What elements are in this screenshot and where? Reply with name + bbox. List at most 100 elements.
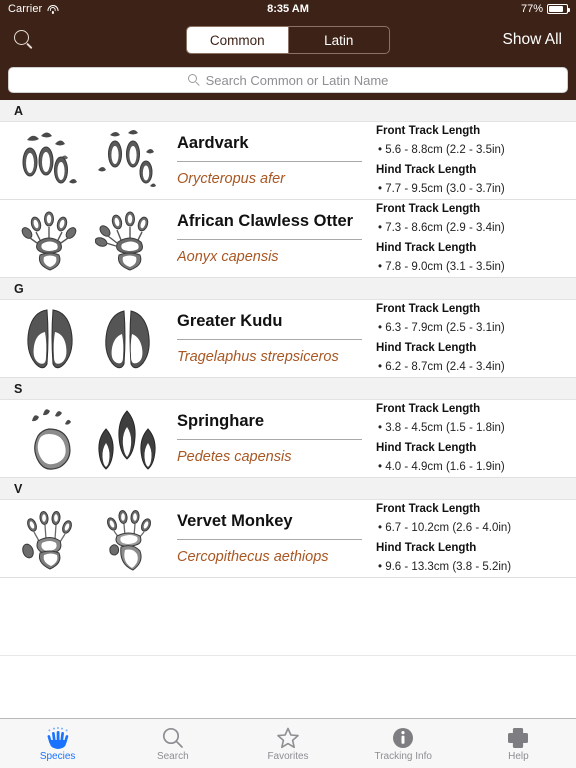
star-icon-svg bbox=[277, 727, 299, 749]
species-row[interactable]: Greater Kudu Tragelaphus strepsiceros Fr… bbox=[0, 300, 576, 378]
name-divider bbox=[177, 438, 362, 440]
tab-tracking-info[interactable]: Tracking Info bbox=[346, 719, 461, 768]
search-placeholder: Search Common or Latin Name bbox=[205, 72, 389, 88]
springhare-hind-track-icon bbox=[98, 409, 156, 470]
latin-name: Cercopithecus aethiops bbox=[177, 548, 329, 565]
carrier-label: Carrier bbox=[8, 3, 43, 15]
hind-track-length-label: Hind Track Length bbox=[376, 541, 477, 554]
plus-cross-icon bbox=[506, 725, 530, 750]
front-track-length-label: Front Track Length bbox=[376, 125, 481, 137]
front-track-length-value: • 5.6 - 8.8cm (2.2 - 3.5in) bbox=[378, 144, 505, 157]
hand-paw-icon bbox=[46, 725, 70, 750]
track-metrics: Front Track Length • 6.3 - 7.9cm (2.5 - … bbox=[374, 300, 566, 377]
section-header: S bbox=[0, 378, 576, 400]
track-images bbox=[6, 122, 171, 199]
otter-hind-track-icon bbox=[94, 211, 149, 271]
nav-bar: Common Latin Show All bbox=[0, 18, 576, 62]
common-name: Springhare bbox=[177, 412, 265, 431]
app-root: Carrier 8:35 AM 77% Common Latin Show Al… bbox=[0, 0, 576, 768]
search-bar-container: Search Common or Latin Name bbox=[0, 62, 576, 100]
tab-label: Favorites bbox=[267, 751, 309, 762]
common-name: African Clawless Otter bbox=[177, 212, 354, 231]
species-names: African Clawless Otter Aonyx capensis bbox=[171, 200, 374, 277]
species-row[interactable]: African Clawless Otter Aonyx capensis Fr… bbox=[0, 200, 576, 278]
segment-common[interactable]: Common bbox=[187, 27, 288, 53]
track-metrics: Front Track Length • 3.8 - 4.5cm (1.5 - … bbox=[374, 400, 566, 477]
name-mode-segmented-control[interactable]: Common Latin bbox=[186, 26, 390, 54]
species-row[interactable]: Vervet Monkey Cercopithecus aethiops Fro… bbox=[0, 500, 576, 578]
hind-track-length-label: Hind Track Length bbox=[376, 163, 477, 176]
segment-latin[interactable]: Latin bbox=[287, 27, 390, 53]
status-bar-time: 8:35 AM bbox=[267, 3, 309, 15]
front-track-length-label: Front Track Length bbox=[376, 403, 481, 415]
search-icon bbox=[161, 725, 185, 750]
kudu-hind-track-icon bbox=[105, 309, 150, 368]
species-row[interactable]: Aardvark Orycteropus afer Front Track Le… bbox=[0, 122, 576, 200]
front-track-length-label: Front Track Length bbox=[376, 303, 481, 315]
hind-track-length-value: • 4.0 - 4.9cm (1.6 - 1.9in) bbox=[378, 460, 505, 473]
latin-name: Orycteropus afer bbox=[177, 170, 285, 187]
species-row[interactable]: Springhare Pedetes capensis Front Track … bbox=[0, 400, 576, 478]
hind-track-length-label: Hind Track Length bbox=[376, 341, 477, 354]
otter-front-track-icon bbox=[21, 211, 77, 271]
hind-track-length-value: • 7.7 - 9.5cm (3.0 - 3.7in) bbox=[378, 182, 505, 195]
latin-name: Aonyx capensis bbox=[177, 248, 279, 265]
aardvark-hind-track-icon bbox=[97, 129, 156, 187]
hind-track-length-label: Hind Track Length bbox=[376, 241, 477, 254]
status-bar-left: Carrier bbox=[8, 3, 59, 15]
front-track-length-value: • 6.7 - 10.2cm (2.6 - 4.0in) bbox=[378, 522, 512, 535]
springhare-front-track-icon bbox=[32, 408, 72, 470]
track-images bbox=[6, 200, 171, 277]
battery-icon bbox=[547, 4, 570, 14]
show-all-button[interactable]: Show All bbox=[503, 31, 562, 49]
status-bar-right: 77% bbox=[521, 3, 570, 15]
search-input[interactable]: Search Common or Latin Name bbox=[8, 67, 568, 93]
tab-label: Species bbox=[39, 751, 76, 762]
section-header: A bbox=[0, 100, 576, 122]
front-track-length-value: • 6.3 - 7.9cm (2.5 - 3.1in) bbox=[378, 322, 505, 335]
tab-search[interactable]: Search bbox=[115, 719, 230, 768]
species-names: Springhare Pedetes capensis bbox=[171, 400, 374, 477]
track-metrics: Front Track Length • 6.7 - 10.2cm (2.6 -… bbox=[374, 500, 566, 577]
aardvark-front-track-icon bbox=[22, 132, 78, 183]
name-divider bbox=[177, 238, 362, 240]
front-track-length-label: Front Track Length bbox=[376, 503, 481, 515]
tab-favorites[interactable]: Favorites bbox=[230, 719, 345, 768]
track-metrics: Front Track Length • 7.3 - 8.6cm (2.9 - … bbox=[374, 200, 566, 277]
track-metrics: Front Track Length • 5.6 - 8.8cm (2.2 - … bbox=[374, 122, 566, 199]
track-images bbox=[6, 500, 171, 577]
tab-help[interactable]: Help bbox=[461, 719, 576, 768]
hind-track-length-value: • 6.2 - 8.7cm (2.4 - 3.4in) bbox=[378, 360, 505, 373]
empty-list-row bbox=[0, 578, 576, 656]
kudu-front-track-icon bbox=[27, 308, 73, 368]
track-images bbox=[6, 300, 171, 377]
vervet-front-track-icon bbox=[22, 510, 73, 570]
search-icon bbox=[187, 73, 201, 87]
vervet-hind-track-icon bbox=[106, 509, 151, 571]
search-icon-svg bbox=[162, 727, 183, 748]
tab-bar: Species Search Favorites Tracking Info H… bbox=[0, 718, 576, 768]
name-divider bbox=[177, 338, 362, 340]
hind-track-length-value: • 7.8 - 9.0cm (3.1 - 3.5in) bbox=[378, 260, 505, 273]
plus-cross-icon-svg bbox=[508, 728, 529, 748]
species-names: Greater Kudu Tragelaphus strepsiceros bbox=[171, 300, 374, 377]
front-track-length-value: • 3.8 - 4.5cm (1.5 - 1.8in) bbox=[378, 422, 505, 435]
latin-name: Tragelaphus strepsiceros bbox=[177, 348, 339, 365]
empty-list-row bbox=[0, 656, 576, 718]
species-names: Vervet Monkey Cercopithecus aethiops bbox=[171, 500, 374, 577]
common-name: Vervet Monkey bbox=[177, 512, 293, 531]
status-bar: Carrier 8:35 AM 77% bbox=[0, 0, 576, 18]
info-circle-icon bbox=[391, 725, 415, 750]
tab-species[interactable]: Species bbox=[0, 719, 115, 768]
latin-name: Pedetes capensis bbox=[177, 448, 292, 465]
search-icon[interactable] bbox=[14, 29, 36, 51]
common-name: Greater Kudu bbox=[177, 312, 283, 331]
info-circle-icon-svg bbox=[393, 728, 414, 748]
species-list[interactable]: A Aardvark Orycteropus afer Front Track … bbox=[0, 100, 576, 718]
name-divider bbox=[177, 160, 362, 162]
tab-label: Search bbox=[156, 751, 189, 762]
front-track-length-value: • 7.3 - 8.6cm (2.9 - 3.4in) bbox=[378, 222, 505, 235]
section-header: V bbox=[0, 478, 576, 500]
name-divider bbox=[177, 538, 362, 540]
hind-track-length-label: Hind Track Length bbox=[376, 441, 477, 454]
